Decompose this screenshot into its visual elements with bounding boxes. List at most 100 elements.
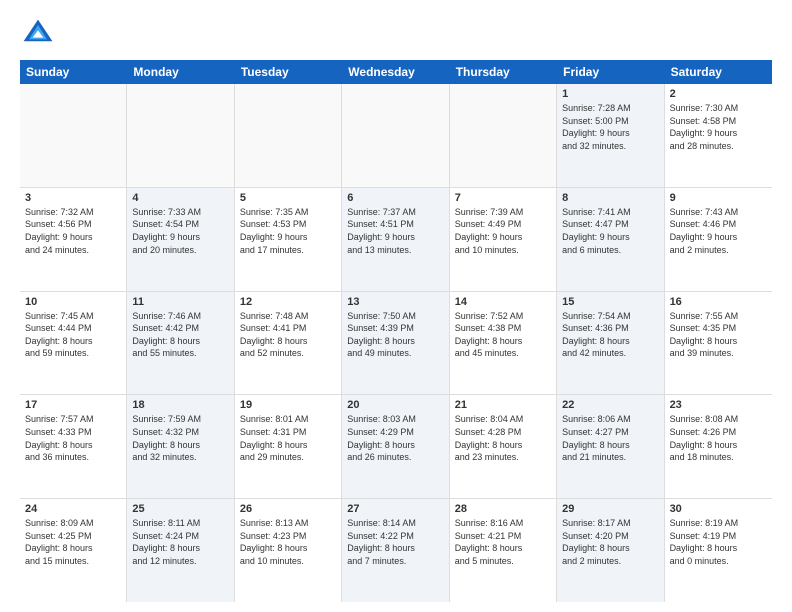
- day-cell-25: 25 Sunrise: 8:11 AM Sunset: 4:24 PM Dayli…: [127, 499, 234, 602]
- day-info: Sunrise: 8:01 AM Sunset: 4:31 PM Dayligh…: [240, 413, 336, 463]
- header-day-tuesday: Tuesday: [235, 60, 342, 84]
- day-number: 27: [347, 503, 443, 515]
- day-number: 17: [25, 399, 121, 411]
- header-day-wednesday: Wednesday: [342, 60, 449, 84]
- day-cell-30: 30Sunrise: 8:19 AM Sunset: 4:19 PM Dayli…: [665, 499, 772, 602]
- calendar-row-3: 17 Sunrise: 7:57 AM Sunset: 4:33 PM Dayli…: [20, 395, 772, 499]
- day-info: Sunrise: 8:17 AM Sunset: 4:20 PM Dayligh…: [562, 517, 658, 567]
- day-number: 21: [455, 399, 551, 411]
- day-number: 4: [132, 192, 228, 204]
- day-info: Sunrise: 7:45 AM Sunset: 4:44 PM Dayligh…: [25, 310, 121, 360]
- day-info: Sunrise: 8:11 AM Sunset: 4:24 PM Dayligh…: [132, 517, 228, 567]
- day-number: 19: [240, 399, 336, 411]
- day-cell-14: 14 Sunrise: 7:52 AM Sunset: 4:38 PM Dayli…: [450, 292, 557, 395]
- day-number: 24: [25, 503, 121, 515]
- calendar-body: 1 Sunrise: 7:28 AM Sunset: 5:00 PM Daylig…: [20, 84, 772, 602]
- empty-cell-r0c4: [450, 84, 557, 187]
- day-cell-13: 13 Sunrise: 7:50 AM Sunset: 4:39 PM Dayli…: [342, 292, 449, 395]
- day-cell-19: 19 Sunrise: 8:01 AM Sunset: 4:31 PM Dayli…: [235, 395, 342, 498]
- day-cell-2: 2 Sunrise: 7:30 AM Sunset: 4:58 PM Daylig…: [665, 84, 772, 187]
- day-cell-12: 12 Sunrise: 7:48 AM Sunset: 4:41 PM Dayli…: [235, 292, 342, 395]
- day-cell-28: 28 Sunrise: 8:16 AM Sunset: 4:21 PM Dayli…: [450, 499, 557, 602]
- day-number: 3: [25, 192, 121, 204]
- day-number: 5: [240, 192, 336, 204]
- day-number: 22: [562, 399, 658, 411]
- day-cell-24: 24 Sunrise: 8:09 AM Sunset: 4:25 PM Dayli…: [20, 499, 127, 602]
- day-info: Sunrise: 7:41 AM Sunset: 4:47 PM Dayligh…: [562, 206, 658, 256]
- day-cell-20: 20Sunrise: 8:03 AM Sunset: 4:29 PM Dayli…: [342, 395, 449, 498]
- calendar: SundayMondayTuesdayWednesdayThursdayFrid…: [20, 60, 772, 602]
- day-info: Sunrise: 7:52 AM Sunset: 4:38 PM Dayligh…: [455, 310, 551, 360]
- day-number: 2: [670, 88, 767, 100]
- day-info: Sunrise: 7:28 AM Sunset: 5:00 PM Dayligh…: [562, 102, 658, 152]
- empty-cell-r0c2: [235, 84, 342, 187]
- day-cell-6: 6Sunrise: 7:37 AM Sunset: 4:51 PM Daylig…: [342, 188, 449, 291]
- empty-cell-r0c1: [127, 84, 234, 187]
- day-info: Sunrise: 7:33 AM Sunset: 4:54 PM Dayligh…: [132, 206, 228, 256]
- day-info: Sunrise: 7:37 AM Sunset: 4:51 PM Dayligh…: [347, 206, 443, 256]
- calendar-row-2: 10 Sunrise: 7:45 AM Sunset: 4:44 PM Dayli…: [20, 292, 772, 396]
- day-number: 10: [25, 296, 121, 308]
- day-cell-10: 10 Sunrise: 7:45 AM Sunset: 4:44 PM Dayli…: [20, 292, 127, 395]
- header: [20, 16, 772, 52]
- day-info: Sunrise: 8:16 AM Sunset: 4:21 PM Dayligh…: [455, 517, 551, 567]
- day-info: Sunrise: 7:35 AM Sunset: 4:53 PM Dayligh…: [240, 206, 336, 256]
- day-number: 26: [240, 503, 336, 515]
- day-number: 8: [562, 192, 658, 204]
- day-info: Sunrise: 8:08 AM Sunset: 4:26 PM Dayligh…: [670, 413, 767, 463]
- day-info: Sunrise: 7:43 AM Sunset: 4:46 PM Dayligh…: [670, 206, 767, 256]
- day-cell-22: 22 Sunrise: 8:06 AM Sunset: 4:27 PM Dayli…: [557, 395, 664, 498]
- day-number: 15: [562, 296, 658, 308]
- empty-cell-r0c0: [20, 84, 127, 187]
- page: SundayMondayTuesdayWednesdayThursdayFrid…: [0, 0, 792, 612]
- day-info: Sunrise: 7:48 AM Sunset: 4:41 PM Dayligh…: [240, 310, 336, 360]
- day-cell-4: 4 Sunrise: 7:33 AM Sunset: 4:54 PM Daylig…: [127, 188, 234, 291]
- day-number: 29: [562, 503, 658, 515]
- day-cell-15: 15 Sunrise: 7:54 AM Sunset: 4:36 PM Dayli…: [557, 292, 664, 395]
- day-number: 13: [347, 296, 443, 308]
- logo: [20, 16, 62, 52]
- day-info: Sunrise: 7:59 AM Sunset: 4:32 PM Dayligh…: [132, 413, 228, 463]
- day-info: Sunrise: 8:03 AM Sunset: 4:29 PM Dayligh…: [347, 413, 443, 463]
- day-cell-17: 17 Sunrise: 7:57 AM Sunset: 4:33 PM Dayli…: [20, 395, 127, 498]
- day-number: 14: [455, 296, 551, 308]
- day-info: Sunrise: 7:30 AM Sunset: 4:58 PM Dayligh…: [670, 102, 767, 152]
- calendar-header: SundayMondayTuesdayWednesdayThursdayFrid…: [20, 60, 772, 84]
- calendar-row-0: 1 Sunrise: 7:28 AM Sunset: 5:00 PM Daylig…: [20, 84, 772, 188]
- header-day-friday: Friday: [557, 60, 664, 84]
- header-day-saturday: Saturday: [665, 60, 772, 84]
- day-info: Sunrise: 7:46 AM Sunset: 4:42 PM Dayligh…: [132, 310, 228, 360]
- header-day-sunday: Sunday: [20, 60, 127, 84]
- day-cell-7: 7Sunrise: 7:39 AM Sunset: 4:49 PM Daylig…: [450, 188, 557, 291]
- header-day-monday: Monday: [127, 60, 234, 84]
- day-number: 25: [132, 503, 228, 515]
- day-cell-5: 5 Sunrise: 7:35 AM Sunset: 4:53 PM Daylig…: [235, 188, 342, 291]
- day-number: 18: [132, 399, 228, 411]
- day-info: Sunrise: 8:13 AM Sunset: 4:23 PM Dayligh…: [240, 517, 336, 567]
- day-info: Sunrise: 7:54 AM Sunset: 4:36 PM Dayligh…: [562, 310, 658, 360]
- day-cell-29: 29 Sunrise: 8:17 AM Sunset: 4:20 PM Dayli…: [557, 499, 664, 602]
- calendar-row-4: 24 Sunrise: 8:09 AM Sunset: 4:25 PM Dayli…: [20, 499, 772, 602]
- day-info: Sunrise: 7:50 AM Sunset: 4:39 PM Dayligh…: [347, 310, 443, 360]
- day-cell-26: 26 Sunrise: 8:13 AM Sunset: 4:23 PM Dayli…: [235, 499, 342, 602]
- day-number: 7: [455, 192, 551, 204]
- day-info: Sunrise: 8:09 AM Sunset: 4:25 PM Dayligh…: [25, 517, 121, 567]
- day-number: 30: [670, 503, 767, 515]
- day-number: 12: [240, 296, 336, 308]
- day-info: Sunrise: 8:06 AM Sunset: 4:27 PM Dayligh…: [562, 413, 658, 463]
- day-number: 1: [562, 88, 658, 100]
- day-cell-27: 27 Sunrise: 8:14 AM Sunset: 4:22 PM Dayli…: [342, 499, 449, 602]
- day-info: Sunrise: 7:57 AM Sunset: 4:33 PM Dayligh…: [25, 413, 121, 463]
- day-info: Sunrise: 8:14 AM Sunset: 4:22 PM Dayligh…: [347, 517, 443, 567]
- day-cell-11: 11 Sunrise: 7:46 AM Sunset: 4:42 PM Dayli…: [127, 292, 234, 395]
- day-number: 28: [455, 503, 551, 515]
- empty-cell-r0c3: [342, 84, 449, 187]
- day-info: Sunrise: 7:32 AM Sunset: 4:56 PM Dayligh…: [25, 206, 121, 256]
- day-cell-3: 3 Sunrise: 7:32 AM Sunset: 4:56 PM Daylig…: [20, 188, 127, 291]
- day-cell-9: 9 Sunrise: 7:43 AM Sunset: 4:46 PM Daylig…: [665, 188, 772, 291]
- day-cell-21: 21Sunrise: 8:04 AM Sunset: 4:28 PM Dayli…: [450, 395, 557, 498]
- day-cell-1: 1 Sunrise: 7:28 AM Sunset: 5:00 PM Daylig…: [557, 84, 664, 187]
- day-number: 11: [132, 296, 228, 308]
- day-number: 9: [670, 192, 767, 204]
- day-cell-23: 23Sunrise: 8:08 AM Sunset: 4:26 PM Dayli…: [665, 395, 772, 498]
